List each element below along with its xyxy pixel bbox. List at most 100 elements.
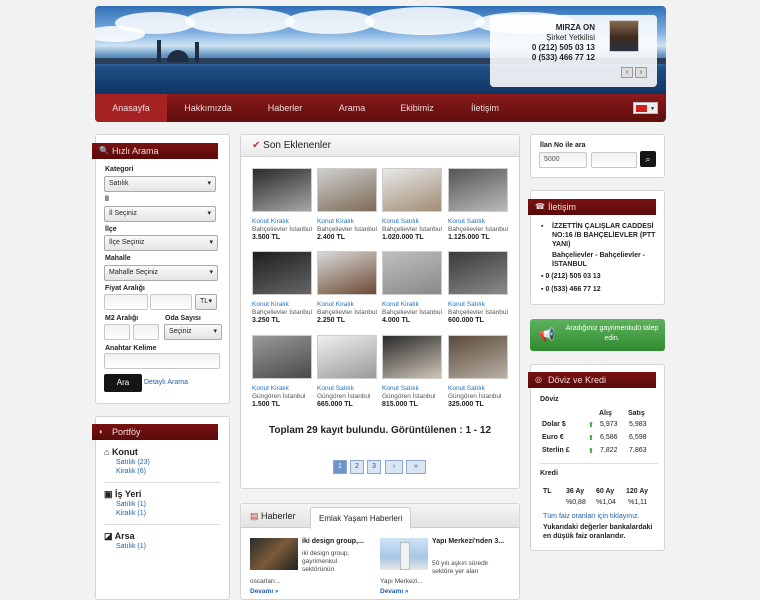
currency-select[interactable]: TL <box>195 294 217 310</box>
listing-location: Bahçelievler İstanbul <box>382 309 442 316</box>
il-select[interactable]: İl Seçiniz <box>104 206 216 222</box>
newspaper-icon: ▤ <box>250 511 259 521</box>
listing-thumbnail[interactable] <box>317 251 377 295</box>
listing-location: Bahçelievler İstanbul <box>448 226 508 233</box>
id-search-input[interactable]: 5000 <box>539 152 587 168</box>
listing-type-link[interactable]: Konut Kiralık <box>317 301 354 308</box>
search-button[interactable]: Ara <box>104 374 142 392</box>
listing-thumbnail[interactable] <box>382 168 442 212</box>
nav-arama[interactable]: Arama <box>327 94 377 122</box>
listing-price: 325.000 TL <box>448 401 484 408</box>
results-summary: Toplam 29 kayıt bulundu. Görüntülenen : … <box>268 425 492 436</box>
listing-location: Bahçelievler İstanbul <box>252 226 312 233</box>
listing-type-link[interactable]: Konut Kiralık <box>252 385 289 392</box>
property-request-button[interactable]: 📢 Aradığınız gayrimenkulü talep edin. <box>530 319 665 351</box>
language-selector[interactable]: ▼ <box>633 102 658 114</box>
isyeri-satilik-link[interactable]: Satılık (1) <box>116 501 146 508</box>
news-more-2[interactable]: Devamı » <box>380 588 409 595</box>
nav-iletisim[interactable]: İletişim <box>457 94 513 122</box>
contact-phone1-text: 0 (212) 505 03 13 <box>545 273 601 280</box>
isyeri-kiralik-link[interactable]: Kiralık (1) <box>116 510 146 517</box>
mahalle-select[interactable]: Mahalle Seçiniz <box>104 265 218 281</box>
oda-label: Oda Sayısı <box>165 315 201 322</box>
listing-thumbnail[interactable] <box>317 335 377 379</box>
listing-thumbnail[interactable] <box>382 335 442 379</box>
divider <box>104 482 220 483</box>
nav-anasayfa[interactable]: Anasayfa <box>95 94 167 122</box>
news-excerpt-2: 50 yılı aşkın süredir sektöre yer alan <box>432 560 489 575</box>
fiyat-min-input[interactable] <box>104 294 148 310</box>
listing-thumbnail[interactable] <box>252 251 312 295</box>
konut-satilik-link[interactable]: Satılık (23) <box>116 459 150 466</box>
tab-emlak-yasam[interactable]: Emlak Yaşam Haberleri <box>310 507 412 529</box>
news-more-1[interactable]: Devamı » <box>250 588 279 595</box>
listing-type-link[interactable]: Konut Satılık <box>448 218 485 225</box>
listing-thumbnail[interactable] <box>317 168 377 212</box>
phone-icon: ▪ <box>541 273 544 280</box>
contact-phone1: ▪ 0 (212) 505 03 13 <box>541 273 601 280</box>
il-label: İl <box>105 196 109 203</box>
page-3-button[interactable]: 3 <box>367 460 381 474</box>
listing-price: 1.500 TL <box>252 401 281 408</box>
listing-type-link[interactable]: Konut Kiralık <box>252 218 289 225</box>
detailed-search-link[interactable]: Detaylı Arama <box>144 379 188 386</box>
id-search-button[interactable]: ⌕ <box>640 151 656 167</box>
kategori-select[interactable]: Satılık <box>104 176 216 192</box>
arsa-satilik-link[interactable]: Satılık (1) <box>116 543 146 550</box>
search-icon: 🔍 <box>99 146 109 155</box>
divider <box>104 524 220 525</box>
contact-phone2: ▪ 0 (533) 466 77 12 <box>541 286 601 293</box>
portfolio-group-name: Arsa <box>114 531 135 541</box>
listing-thumbnail[interactable] <box>252 335 312 379</box>
mobile-icon: ▪ <box>541 286 544 293</box>
last-page-button[interactable]: » <box>406 460 426 474</box>
id-search-input-2[interactable] <box>591 152 637 168</box>
listing-location: Bahçelievler İstanbul <box>448 309 508 316</box>
prev-agent-button[interactable]: ‹ <box>621 67 633 78</box>
next-page-button[interactable]: › <box>385 460 403 474</box>
m2-min-input[interactable] <box>104 324 130 340</box>
ilce-select[interactable]: İlçe Seçiniz <box>104 235 218 251</box>
listing-thumbnail[interactable] <box>448 251 508 295</box>
fiyat-max-input[interactable] <box>150 294 192 310</box>
megaphone-icon: 📢 <box>539 327 556 342</box>
all-rates-link[interactable]: Tüm faiz oranları için tıklayınız. <box>543 513 639 520</box>
page-1-button[interactable]: 1 <box>333 460 347 474</box>
alis-header: Alış <box>599 410 612 417</box>
nav-haberler[interactable]: Haberler <box>255 94 315 122</box>
agent-card: MIRZA ON Şirket Yetkilisi 0 (212) 505 03… <box>490 15 657 87</box>
news-image-2 <box>380 538 428 570</box>
nav-ekibimiz[interactable]: Ekibimiz <box>391 94 443 122</box>
listing-thumbnail[interactable] <box>252 168 312 212</box>
listing-type-link[interactable]: Konut Kiralık <box>382 301 419 308</box>
oda-select[interactable]: Seçiniz <box>164 324 222 340</box>
kredi-term-36: 36 Ay <box>566 488 585 495</box>
tab-haberler[interactable]: ▤ Haberler <box>250 505 296 527</box>
contact-address: ▪ İZZETTİN ÇALIŞLAR CADDESİ NO:16 /B BAHÇ… <box>541 222 657 249</box>
page-2-button[interactable]: 2 <box>350 460 364 474</box>
keyword-input[interactable] <box>104 353 220 369</box>
m2-label: M2 Aralığı <box>105 315 139 322</box>
listing-type-link[interactable]: Konut Satılık <box>382 385 419 392</box>
listing-thumbnail[interactable] <box>448 168 508 212</box>
listing-type-link[interactable]: Konut Satılık <box>448 301 485 308</box>
listing-thumbnail[interactable] <box>382 251 442 295</box>
listing-thumbnail[interactable] <box>448 335 508 379</box>
listing-type-link[interactable]: Konut Satılık <box>448 385 485 392</box>
nav-hakkimizda[interactable]: Hakkımızda <box>175 94 241 122</box>
portfolio-group-konut: ⌂ Konut <box>104 447 138 457</box>
listing-type-link[interactable]: Konut Kiralık <box>252 301 289 308</box>
listing-type-link[interactable]: Konut Kiralık <box>317 218 354 225</box>
house-icon: ⌂ <box>104 447 112 457</box>
m2-max-input[interactable] <box>133 324 159 340</box>
news-title-2[interactable]: Yapı Merkezi'nden 3... <box>432 538 504 545</box>
listing-type-link[interactable]: Konut Satılık <box>317 385 354 392</box>
divider <box>540 463 658 464</box>
konut-kiralik-link[interactable]: Kiralık (6) <box>116 468 146 475</box>
next-agent-button[interactable]: › <box>635 67 647 78</box>
listing-type-link[interactable]: Konut Satılık <box>382 218 419 225</box>
news-title-1[interactable]: iki design group,... <box>302 538 364 545</box>
agent-phone2: 0 (533) 466 77 12 <box>531 53 595 62</box>
listing-location: Bahçelievler İstanbul <box>252 309 312 316</box>
currency-name: Dolar $ <box>542 421 566 428</box>
